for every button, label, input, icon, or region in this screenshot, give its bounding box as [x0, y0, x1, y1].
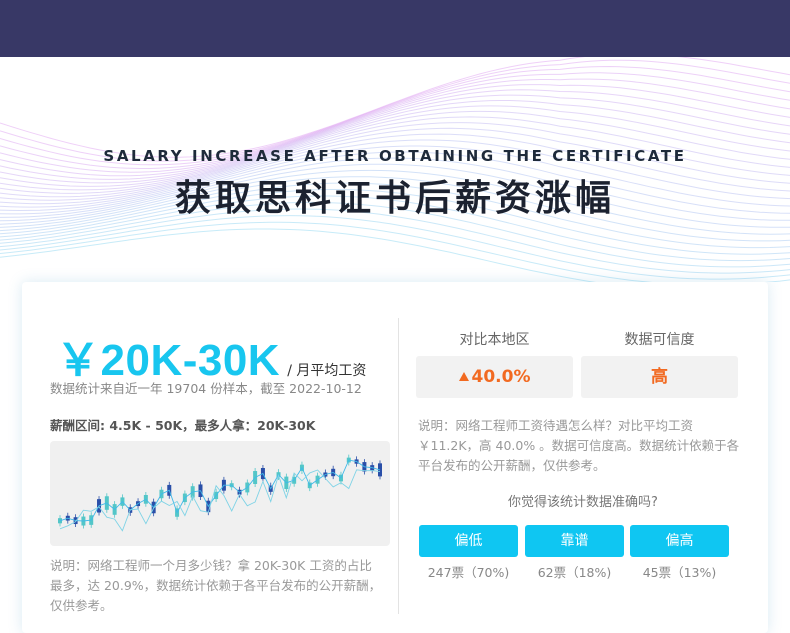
vote-low-count: 247票（70%) — [427, 565, 510, 580]
region-compare-label: 对比本地区 — [459, 332, 530, 348]
hero-title-cn: 获取思科证书后薪资涨幅 — [174, 178, 615, 219]
vote-low-button[interactable]: 偏低 — [419, 525, 518, 557]
credibility-value: 高 — [651, 367, 668, 387]
poll-question: 你觉得该统计数据准确吗? — [508, 495, 658, 510]
vote-high-button[interactable]: 偏高 — [630, 525, 729, 557]
vote-accurate-count: 62票（18%) — [537, 565, 612, 580]
vote-accurate-button[interactable]: 靠谱 — [525, 525, 624, 557]
salary-range: 薪酬区间: 4.5K - 50K，最多人拿：20K-30K — [50, 418, 316, 433]
comparison-panel: 对比本地区 数据可信度 40.0% 高 说明：网络工程师工资待遇怎么样？对比平均… — [398, 282, 768, 633]
salary-panel: ￥20K-30K / 月平均工资 数据统计来自近一年 19704 份样本，截至 … — [22, 282, 398, 633]
credibility-value-box: 高 — [581, 356, 738, 398]
decorative-chart — [50, 441, 390, 546]
wave-line — [0, 57, 790, 158]
vote-high-count: 45票（13%) — [642, 565, 717, 580]
comparison-description: 说明：网络工程师工资待遇怎么样？对比平均工资 ￥11.2K，高 40.0% 。数… — [418, 418, 740, 473]
credibility-label: 数据可信度 — [624, 332, 695, 348]
candlestick-graphic — [58, 454, 382, 532]
region-compare-value-box: 40.0% — [416, 356, 573, 398]
salary-unit: / 月平均工资 — [287, 363, 367, 379]
top-bar — [0, 0, 790, 57]
wave-line — [0, 221, 790, 282]
region-compare-value: 40.0% — [471, 367, 531, 387]
hero-banner: SALARY INCREASE AFTER OBTAINING THE CERT… — [0, 57, 790, 282]
sample-note: 数据统计来自近一年 19704 份样本，截至 2022-10-12 — [50, 381, 362, 396]
arrow-up-icon — [458, 372, 469, 381]
salary-card: ￥20K-30K / 月平均工资 数据统计来自近一年 19704 份样本，截至 … — [22, 282, 768, 633]
hero-title-en: SALARY INCREASE AFTER OBTAINING THE CERT… — [103, 147, 687, 165]
salary-description: 说明：网络工程师一个月多少钱？拿 20K-30K 工资的占比最多，达 20.9%… — [50, 558, 382, 613]
